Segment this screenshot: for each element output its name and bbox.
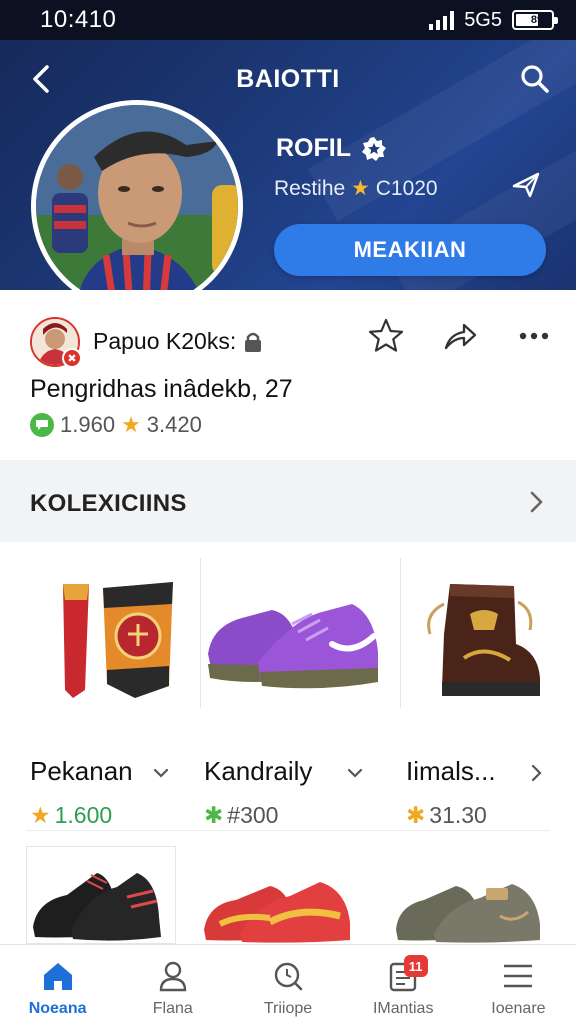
user-badge-icon: ✖	[62, 348, 82, 368]
collection-grid: Pekanan ★ 1.600 Kandraily ✱ #300 Iimals.…	[0, 542, 576, 944]
product-image	[404, 564, 554, 714]
star-icon: ★	[121, 412, 141, 437]
star-icon	[368, 318, 404, 352]
nav-item-messages[interactable]: 11 IMantias	[346, 945, 461, 1024]
collection-item[interactable]	[390, 846, 550, 944]
star-icon: ✱	[406, 802, 426, 828]
menu-icon	[500, 959, 536, 993]
share-icon	[444, 323, 477, 350]
collection-item[interactable]: Kandraily ✱ #300	[202, 564, 392, 834]
share-action-button[interactable]	[440, 316, 480, 356]
see-all-button[interactable]	[522, 488, 550, 516]
product-name: Pekanan	[30, 756, 133, 786]
nav-label: Flana	[152, 1000, 193, 1017]
chevron-right-icon	[526, 762, 548, 784]
stat-a: 1.960	[60, 412, 116, 437]
user-icon	[155, 959, 191, 993]
section-title: KOLEXICIINS	[30, 490, 187, 517]
profile-name: ROFIL	[276, 134, 351, 162]
chevron-left-icon	[33, 65, 49, 93]
collection-item[interactable]: Iimals... ✱ 31.30	[404, 564, 554, 834]
search-icon	[521, 65, 549, 93]
nav-item-home[interactable]: Noeana	[0, 945, 115, 1024]
share-button[interactable]	[508, 166, 544, 202]
favorite-button[interactable]	[366, 316, 406, 356]
verified-badge-icon	[362, 136, 386, 161]
collection-item[interactable]	[200, 846, 360, 944]
product-price: 1.600	[54, 802, 113, 828]
status-indicators: 5G5 89	[429, 8, 558, 32]
user-description: Pengridhas inâdekb, 27	[30, 375, 293, 403]
notification-badge: 11	[403, 955, 428, 977]
sparkle-icon	[512, 172, 540, 198]
product-price: 31.30	[429, 802, 487, 828]
player-photo	[36, 105, 238, 290]
status-time: 10:410	[40, 6, 117, 33]
network-label: 5G5	[464, 8, 502, 31]
collection-item[interactable]: Pekanan ★ 1.600	[28, 564, 198, 834]
top-nav: BAIOTTI	[0, 40, 576, 118]
search-icon	[270, 959, 306, 993]
armband-image	[63, 582, 173, 698]
row-divider	[26, 830, 550, 831]
stat-b: 3.420	[146, 412, 202, 437]
shoes-image	[396, 884, 540, 943]
product-image	[202, 564, 382, 714]
chevron-right-icon	[530, 491, 543, 513]
battery-level: 89	[530, 14, 544, 26]
back-button[interactable]	[24, 62, 58, 96]
more-icon	[519, 332, 549, 340]
signal-icon	[429, 10, 455, 30]
chevron-down-icon	[344, 762, 366, 784]
page-title: BAIOTTI	[236, 64, 340, 93]
coin-icon: ★	[351, 177, 370, 200]
nav-item-search[interactable]: Triiope	[230, 945, 345, 1024]
user-info-card: ✖ Papuo K20ks: Pengridhas inâdekb, 27 1.…	[0, 290, 576, 460]
lock-icon	[245, 332, 262, 352]
product-name: Kandraily	[204, 756, 313, 786]
product-name: Iimals...	[406, 756, 496, 786]
follow-button[interactable]: MEAKIIAN	[274, 224, 546, 276]
collection-item[interactable]	[26, 846, 176, 944]
grid-divider	[400, 558, 401, 708]
home-icon	[40, 959, 76, 993]
profile-stat-label: Restihe	[274, 177, 346, 200]
chat-icon	[30, 413, 54, 437]
user-stats: 1.960 ★ 3.420	[30, 412, 202, 438]
grid-divider	[200, 558, 201, 708]
profile-avatar[interactable]	[31, 100, 243, 290]
profile-header: BAIOTTI ROFIL Restihe ★ C1020 MEAKIIAN	[0, 40, 576, 290]
action-icons	[366, 316, 554, 356]
nav-label: Triiope	[263, 1000, 313, 1017]
boot-image	[427, 584, 540, 696]
product-price: #300	[227, 802, 279, 828]
status-bar: 10:410 5G5 89	[0, 0, 576, 40]
chevron-down-icon	[150, 762, 172, 784]
profile-stat-value: C1020	[375, 177, 438, 200]
nav-item-menu[interactable]: Ioenare	[461, 945, 576, 1024]
nav-label: Ioenare	[491, 1000, 546, 1017]
nav-label: IMantias	[372, 1000, 434, 1017]
product-image	[28, 564, 198, 714]
bottom-nav: Noeana Flana Triiope 11 IMantias Ioenare	[0, 944, 576, 1024]
profile-name-row: ROFIL	[276, 134, 387, 163]
product-price-row: ★ 1.600	[30, 802, 112, 829]
nav-label: Noeana	[28, 1000, 87, 1017]
battery-icon: 89	[512, 10, 558, 30]
sneakers-image	[208, 604, 378, 689]
cleats-image	[33, 873, 161, 941]
search-button[interactable]	[518, 62, 552, 96]
product-price-row: ✱ #300	[204, 802, 278, 829]
cleats-image	[204, 882, 350, 943]
more-button[interactable]	[514, 316, 554, 356]
nav-item-profile[interactable]: Flana	[115, 945, 230, 1024]
star-icon: ★	[30, 802, 51, 828]
user-handle-row: Papuo K20ks:	[93, 328, 262, 355]
user-handle: Papuo K20ks:	[93, 328, 237, 354]
product-price-row: ✱ 31.30	[406, 802, 487, 829]
star-icon: ✱	[204, 802, 224, 828]
profile-stat: Restihe ★ C1020	[274, 176, 438, 201]
